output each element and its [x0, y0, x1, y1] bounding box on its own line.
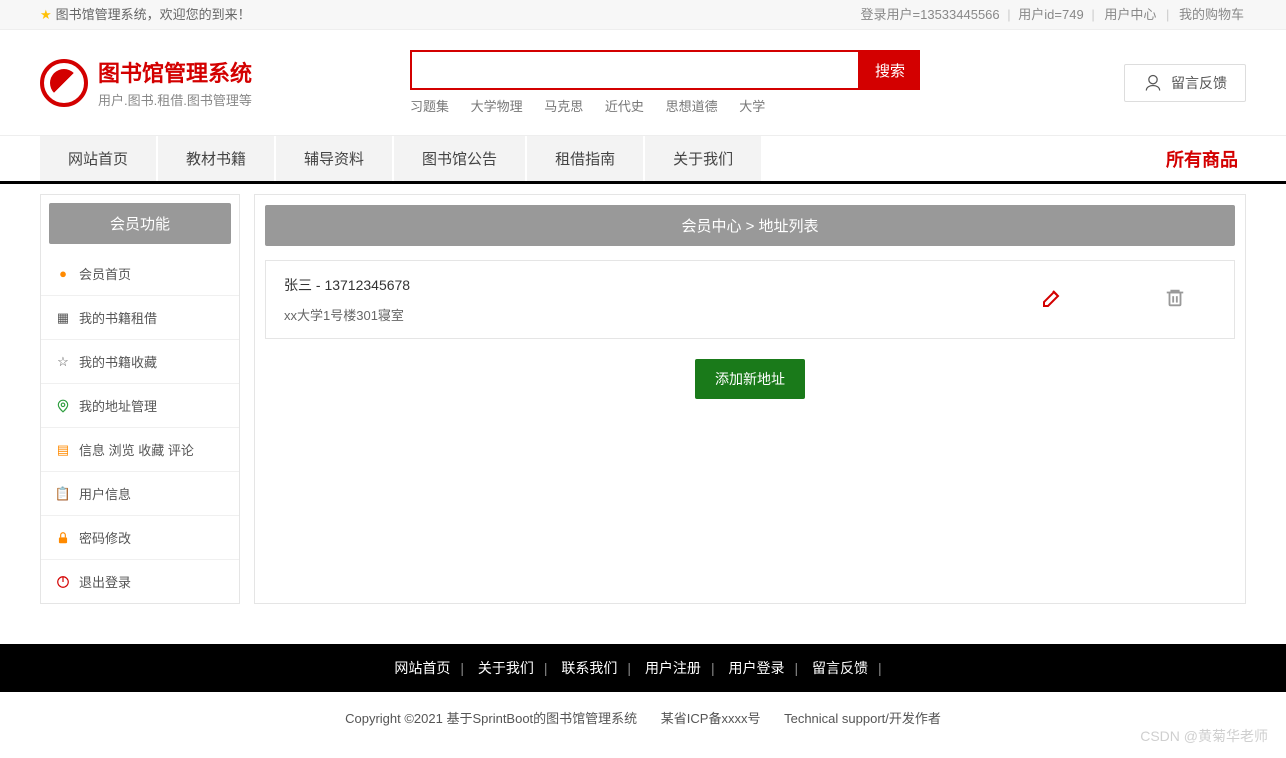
login-user: 登录用户=13533445566 [861, 7, 1000, 22]
address-name-phone: 张三 - 13712345678 [284, 275, 1040, 295]
logo-title: 图书馆管理系统 [98, 56, 252, 88]
footer-link[interactable]: 用户注册 [645, 660, 701, 676]
lock-icon [55, 530, 71, 546]
search-button[interactable]: 搜索 [860, 50, 920, 90]
search-area: 搜索 习题集 大学物理 马克思 近代史 思想道德 大学 [410, 50, 920, 115]
edit-icon [1040, 286, 1064, 310]
add-address-button[interactable]: 添加新地址 [695, 359, 805, 399]
star-icon: ☆ [55, 354, 71, 370]
topbar: ★ 图书馆管理系统，欢迎您的到来！ 登录用户=13533445566 | 用户i… [0, 0, 1286, 30]
trash-icon [1164, 287, 1186, 309]
nav-tutorial[interactable]: 辅导资料 [276, 136, 392, 181]
sidebar-item-home[interactable]: ● 会员首页 [41, 252, 239, 296]
separator: | [1166, 7, 1169, 22]
hotword[interactable]: 大学物理 [471, 99, 523, 114]
tech-text: Technical support/开发作者 [784, 711, 941, 726]
header: 图书馆管理系统 用户.图书.租借.图书管理等 搜索 习题集 大学物理 马克思 近… [0, 30, 1286, 125]
footer-links: 网站首页| 关于我们| 联系我们| 用户注册| 用户登录| 留言反馈| [0, 644, 1286, 692]
feedback-area: 留言反馈 [1124, 64, 1246, 102]
sidebar: 会员功能 ● 会员首页 ▦ 我的书籍租借 ☆ 我的书籍收藏 我的地址管理 ▤ 信… [40, 194, 240, 604]
add-button-wrap: 添加新地址 [265, 359, 1235, 399]
power-icon [55, 574, 71, 590]
welcome-text: 图书馆管理系统，欢迎您的到来！ [56, 0, 251, 30]
hotword[interactable]: 近代史 [605, 99, 644, 114]
footer-link[interactable]: 留言反馈 [812, 660, 868, 676]
address-card: 张三 - 13712345678 xx大学1号楼301寝室 [265, 260, 1235, 339]
separator: | [1091, 7, 1094, 22]
sidebar-item-userinfo[interactable]: 📋 用户信息 [41, 472, 239, 516]
sidebar-title: 会员功能 [49, 203, 231, 244]
hot-words: 习题集 大学物理 马克思 近代史 思想道德 大学 [410, 96, 920, 115]
search-input[interactable] [410, 50, 860, 90]
feedback-button[interactable]: 留言反馈 [1124, 64, 1246, 102]
address-detail: xx大学1号楼301寝室 [284, 305, 1040, 324]
topbar-right: 登录用户=13533445566 | 用户id=749 | 用户中心 | 我的购… [861, 0, 1246, 29]
user-center-link[interactable]: 用户中心 [1104, 7, 1156, 22]
user-id: 用户id=749 [1018, 7, 1083, 22]
grid-icon: ▦ [55, 310, 71, 326]
star-icon: ★ [40, 0, 52, 30]
sidebar-item-info[interactable]: ▤ 信息 浏览 收藏 评论 [41, 428, 239, 472]
sidebar-item-address[interactable]: 我的地址管理 [41, 384, 239, 428]
nav-home[interactable]: 网站首页 [40, 136, 156, 181]
sidebar-item-label: 密码修改 [79, 528, 131, 547]
navbar: 网站首页 教材书籍 辅导资料 图书馆公告 租借指南 关于我们 所有商品 [0, 135, 1286, 184]
hotword[interactable]: 思想道德 [666, 99, 718, 114]
logo-subtitle: 用户.图书.租借.图书管理等 [98, 90, 252, 109]
footer-link[interactable]: 联系我们 [561, 660, 617, 676]
footer-copyright: Copyright ©2021 基于SprintBoot的图书馆管理系统 某省I… [0, 692, 1286, 743]
doc-icon: ▤ [55, 442, 71, 458]
nav-all-products[interactable]: 所有商品 [1166, 146, 1246, 172]
sidebar-item-label: 会员首页 [79, 264, 131, 283]
logo-icon [40, 59, 88, 107]
sidebar-item-label: 用户信息 [79, 484, 131, 503]
content: 会员中心 > 地址列表 张三 - 13712345678 xx大学1号楼301寝… [254, 194, 1246, 604]
separator: | [1007, 7, 1010, 22]
sidebar-item-label: 我的书籍收藏 [79, 352, 157, 371]
footer-link[interactable]: 网站首页 [394, 660, 450, 676]
sidebar-item-label: 我的书籍租借 [79, 308, 157, 327]
nav-about[interactable]: 关于我们 [645, 136, 761, 181]
sidebar-item-favorite[interactable]: ☆ 我的书籍收藏 [41, 340, 239, 384]
main: 会员功能 ● 会员首页 ▦ 我的书籍租借 ☆ 我的书籍收藏 我的地址管理 ▤ 信… [0, 184, 1286, 634]
footer-link[interactable]: 用户登录 [728, 660, 784, 676]
home-icon: ● [55, 266, 71, 282]
icp-text: 某省ICP备xxxx号 [661, 711, 761, 726]
sidebar-item-label: 我的地址管理 [79, 396, 157, 415]
nav-textbook[interactable]: 教材书籍 [158, 136, 274, 181]
watermark: CSDN @黄菊华老师 [1140, 726, 1268, 746]
edit-button[interactable] [1040, 286, 1064, 313]
copyright-text: Copyright ©2021 基于SprintBoot的图书馆管理系统 [345, 711, 637, 726]
clipboard-icon: 📋 [55, 486, 71, 502]
address-actions [1040, 286, 1216, 313]
sidebar-item-rent[interactable]: ▦ 我的书籍租借 [41, 296, 239, 340]
address-info: 张三 - 13712345678 xx大学1号楼301寝室 [284, 275, 1040, 324]
footer-link[interactable]: 关于我们 [478, 660, 534, 676]
logo-area: 图书馆管理系统 用户.图书.租借.图书管理等 [40, 56, 410, 109]
nav-notice[interactable]: 图书馆公告 [394, 136, 525, 181]
nav-rent-guide[interactable]: 租借指南 [527, 136, 643, 181]
topbar-left: ★ 图书馆管理系统，欢迎您的到来！ [40, 0, 251, 29]
sidebar-item-password[interactable]: 密码修改 [41, 516, 239, 560]
breadcrumb: 会员中心 > 地址列表 [265, 205, 1235, 246]
sidebar-item-label: 退出登录 [79, 572, 131, 591]
location-icon [55, 398, 71, 414]
hotword[interactable]: 马克思 [544, 99, 583, 114]
hotword[interactable]: 大学 [739, 99, 765, 114]
headset-icon [1143, 73, 1163, 93]
feedback-label: 留言反馈 [1171, 73, 1227, 93]
hotword[interactable]: 习题集 [410, 99, 449, 114]
delete-button[interactable] [1164, 287, 1186, 312]
sidebar-item-label: 信息 浏览 收藏 评论 [79, 440, 194, 459]
cart-link[interactable]: 我的购物车 [1179, 7, 1244, 22]
sidebar-item-logout[interactable]: 退出登录 [41, 560, 239, 603]
